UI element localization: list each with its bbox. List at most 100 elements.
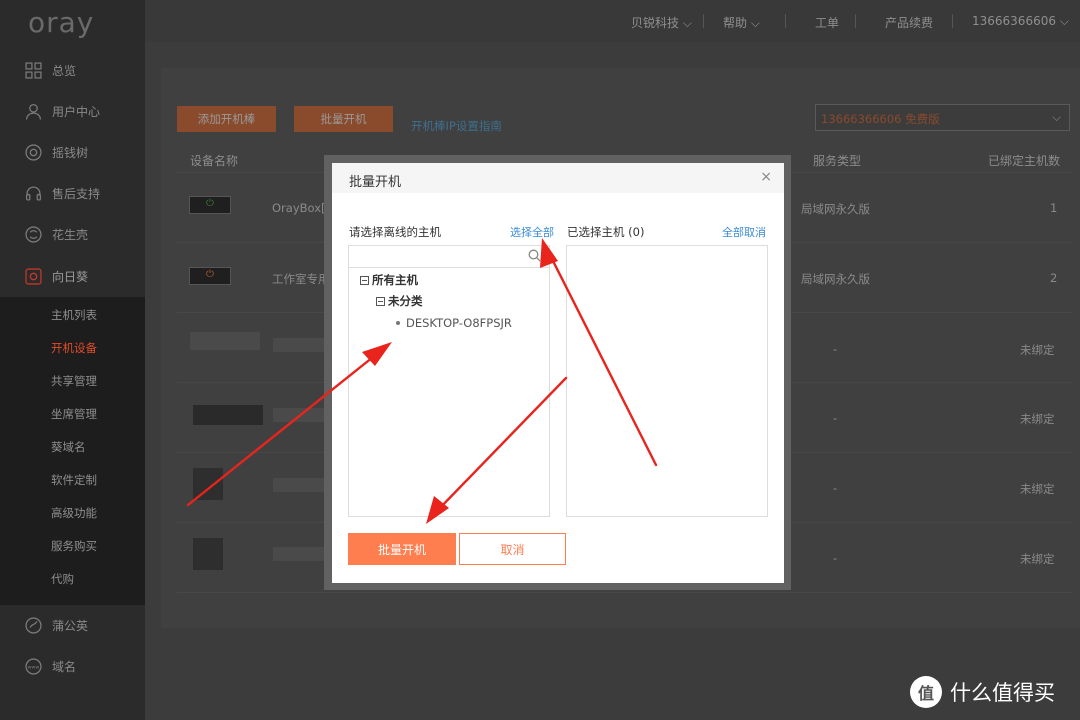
blurred-device-name <box>273 408 328 422</box>
select-all-link[interactable]: 选择全部 <box>510 224 554 240</box>
dandelion-icon <box>25 617 42 634</box>
bound-status: 未绑定 <box>1020 482 1055 496</box>
bound-count: 2 <box>1050 271 1058 285</box>
www-icon: www <box>25 658 42 675</box>
available-hosts-box[interactable]: 所有主机 未分类 DESKTOP-O8FPSJR <box>348 245 550 517</box>
device-name[interactable]: 工作室专用 <box>272 271 330 287</box>
batch-boot-modal-frame: 批量开机 × 请选择离线的主机 选择全部 已选择主机 (0) 全部取消 所有主机… <box>324 155 791 590</box>
power-icon: ⏻ <box>206 269 214 280</box>
bound-status: 未绑定 <box>1020 343 1055 357</box>
watermark-text: 什么值得买 <box>950 681 1055 705</box>
sidebar: oray 总览 用户中心 摇钱树 售后支持 花生壳 向日葵 主机列表 开机设备 … <box>0 0 145 720</box>
col-header-name: 设备名称 <box>190 154 239 168</box>
sunflower-icon <box>25 268 42 285</box>
collapse-icon[interactable] <box>360 275 369 285</box>
ticket-link[interactable]: 工单 <box>815 14 839 31</box>
help-menu[interactable]: 帮助 ⌵ <box>723 14 760 31</box>
sidebar-item-label: 总览 <box>52 64 77 78</box>
grid-icon <box>25 62 42 79</box>
search-icon[interactable] <box>528 249 541 265</box>
chevron-down-icon: ⌵ <box>1059 14 1069 28</box>
sidebar-sub-advanced[interactable]: 高级功能 <box>51 505 97 521</box>
coin-icon <box>25 144 42 161</box>
version-select[interactable]: 13666366606 免费版 ⌵ <box>815 104 1070 131</box>
bound-count: 1 <box>1050 201 1058 215</box>
svg-text:www: www <box>28 666 40 671</box>
cancel-all-link[interactable]: 全部取消 <box>722 224 766 240</box>
cancel-button[interactable]: 取消 <box>459 533 566 565</box>
confirm-batch-boot-button[interactable]: 批量开机 <box>348 533 456 565</box>
blurred-device-name <box>273 547 328 561</box>
service-type: - <box>833 342 838 356</box>
blurred-device-image <box>193 405 263 425</box>
sidebar-item-user-center[interactable]: 用户中心 <box>0 91 145 132</box>
col-header-bound: 已绑定主机数 <box>988 154 1061 168</box>
sidebar-sub-host-list[interactable]: 主机列表 <box>51 307 97 323</box>
chevron-down-icon: ⌵ <box>1052 110 1061 124</box>
sidebar-item-label: 售后支持 <box>52 187 101 201</box>
power-icon: ⏻ <box>206 198 214 209</box>
tree-node-all-hosts[interactable]: 所有主机 <box>360 272 418 288</box>
top-header: 贝锐科技 ⌵ 帮助 ⌵ 工单 产品续费 13666366606 ⌵ <box>145 0 1080 42</box>
sidebar-item-label: 摇钱树 <box>52 146 89 160</box>
blurred-device-name <box>273 338 328 352</box>
service-type: - <box>833 551 838 565</box>
service-type: - <box>833 411 838 425</box>
tree-node-uncategorized[interactable]: 未分类 <box>376 293 423 309</box>
dialog-title: 批量开机 <box>349 175 402 190</box>
peanut-icon <box>25 226 42 243</box>
sidebar-sub-domain[interactable]: 葵域名 <box>51 439 86 455</box>
divider <box>785 14 786 28</box>
sidebar-sub-seats[interactable]: 坐席管理 <box>51 406 97 422</box>
divider <box>703 14 704 28</box>
watermark-logo: 值 <box>910 676 942 708</box>
headset-icon <box>25 185 42 202</box>
blurred-device-image <box>193 538 223 570</box>
sidebar-sub-custom[interactable]: 软件定制 <box>51 472 97 488</box>
sidebar-sub-proxy[interactable]: 代购 <box>51 571 74 587</box>
add-boot-stick-button[interactable]: 添加开机棒 <box>177 106 276 132</box>
user-icon <box>25 103 42 120</box>
service-type: - <box>833 481 838 495</box>
sidebar-sub-purchase[interactable]: 服务购买 <box>51 538 97 554</box>
chevron-down-icon: ⌵ <box>682 16 692 30</box>
host-search-input[interactable] <box>349 246 549 268</box>
blurred-device-image <box>190 332 260 350</box>
chevron-down-icon: ⌵ <box>750 16 760 30</box>
service-type: 局域网永久版 <box>801 202 870 216</box>
watermark: 值 什么值得买 <box>910 676 1055 708</box>
sidebar-sub-boot-devices[interactable]: 开机设备 <box>51 340 97 356</box>
sidebar-item-support[interactable]: 售后支持 <box>0 173 145 214</box>
tree-node-host[interactable]: DESKTOP-O8FPSJR <box>396 316 512 330</box>
collapse-icon[interactable] <box>376 296 385 306</box>
company-menu[interactable]: 贝锐科技 ⌵ <box>631 14 692 31</box>
service-type: 局域网永久版 <box>801 272 870 286</box>
oray-logo: oray <box>28 6 95 39</box>
ip-guide-link[interactable]: 开机棒IP设置指南 <box>411 118 502 134</box>
account-menu[interactable]: 13666366606 ⌵ <box>972 14 1069 29</box>
divider <box>855 14 856 28</box>
sidebar-item-label: 花生壳 <box>52 228 89 242</box>
sidebar-sub-share[interactable]: 共享管理 <box>51 373 97 389</box>
selected-hosts-box[interactable] <box>566 245 768 517</box>
sidebar-item-money-tree[interactable]: 摇钱树 <box>0 132 145 173</box>
sidebar-item-peanut[interactable]: 花生壳 <box>0 214 145 255</box>
divider <box>952 14 953 28</box>
batch-boot-button[interactable]: 批量开机 <box>294 106 393 132</box>
blurred-device-name <box>273 478 328 492</box>
sidebar-item-dandelion[interactable]: 蒲公英 <box>0 605 145 646</box>
dialog-header: 批量开机 × <box>332 163 784 193</box>
sidebar-item-domain[interactable]: www 域名 <box>0 646 145 687</box>
sidebar-item-sunflower[interactable]: 向日葵 <box>0 256 145 297</box>
sidebar-item-label: 向日葵 <box>52 270 89 284</box>
offline-host-label: 请选择离线的主机 <box>349 225 441 239</box>
sidebar-item-overview[interactable]: 总览 <box>0 50 145 91</box>
close-icon[interactable]: × <box>760 169 772 185</box>
renew-link[interactable]: 产品续费 <box>885 14 933 31</box>
col-header-service: 服务类型 <box>813 154 862 168</box>
bound-status: 未绑定 <box>1020 412 1055 426</box>
device-image: ⏻ <box>189 196 231 214</box>
version-select-value: 13666366606 免费版 <box>821 112 940 126</box>
device-image: ⏻ <box>189 267 231 285</box>
row-divider <box>177 592 1072 593</box>
